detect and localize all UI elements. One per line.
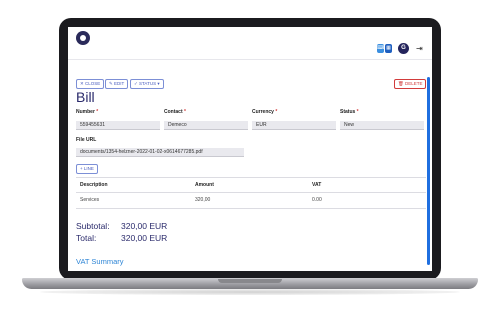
vat-summary-heading[interactable]: VAT Summary (76, 257, 124, 267)
delete-button[interactable]: 🗑 DELETE (394, 79, 427, 89)
add-line-button[interactable]: + LINE (76, 164, 98, 174)
user-avatar[interactable]: G (398, 43, 409, 54)
currency-field[interactable]: EUR (252, 121, 336, 130)
logout-icon[interactable]: ⇥ (416, 43, 423, 54)
number-label: Number * (76, 109, 99, 115)
grid-icon[interactable]: ▦ (385, 44, 392, 53)
subtotal-label: Subtotal: (76, 221, 110, 231)
cell-amount[interactable]: 320,00 (195, 197, 210, 204)
table-divider (76, 177, 426, 178)
contact-field[interactable]: Demeco (164, 121, 248, 130)
file-url-label: File URL (76, 137, 97, 143)
app-logo[interactable] (76, 31, 90, 45)
status-button[interactable]: ✓ STATUS ▾ (130, 79, 164, 89)
laptop-notch (218, 279, 282, 283)
column-amount: Amount (195, 182, 214, 188)
page-title: Bill (76, 89, 95, 105)
edit-button[interactable]: ✎ EDIT (105, 79, 129, 89)
laptop-shadow (40, 289, 460, 295)
total-value: 320,00 EUR (121, 233, 168, 243)
subtotal-value: 320,00 EUR (121, 221, 168, 231)
top-bar: ⌨ ▦ G ⇥ (68, 27, 432, 60)
cell-description[interactable]: Services (80, 197, 99, 204)
contact-label: Contact * (164, 109, 186, 115)
cell-vat[interactable]: 0.00 (312, 197, 322, 204)
status-field[interactable]: New (340, 121, 424, 130)
close-button[interactable]: ✕ CLOSE (76, 79, 105, 89)
app-window: ⌨ ▦ G ⇥ ✕ CLOSE ✎ EDIT ✓ STATUS ▾ 🗑 DELE… (68, 27, 432, 271)
file-url-field[interactable]: documents/1354-helzner-2022-01-02-x06146… (76, 148, 244, 157)
column-description: Description (80, 182, 108, 188)
scrollbar[interactable] (427, 77, 430, 265)
table-divider (76, 208, 426, 209)
status-label: Status * (340, 109, 359, 115)
number-field[interactable]: 559455631 (76, 121, 160, 130)
column-vat: VAT (312, 182, 322, 188)
logo-mark (80, 35, 86, 41)
table-divider (76, 192, 426, 193)
keyboard-icon[interactable]: ⌨ (377, 44, 384, 53)
currency-label: Currency * (252, 109, 278, 115)
total-label: Total: (76, 233, 97, 243)
